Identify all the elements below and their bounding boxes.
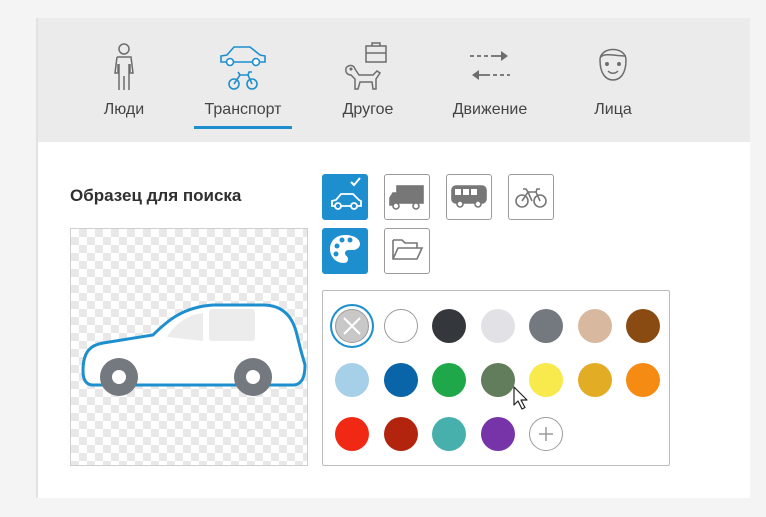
color-swatch-orange[interactable]	[626, 363, 660, 397]
tab-transport[interactable]: Транспорт	[186, 18, 300, 142]
mouse-cursor-icon	[513, 386, 529, 415]
type-car-button[interactable]	[322, 174, 368, 220]
tab-label: Люди	[103, 101, 145, 118]
search-sample-title: Образец для поиска	[70, 186, 242, 205]
color-swatch-no-color[interactable]	[335, 309, 369, 343]
type-truck-button[interactable]	[384, 174, 430, 220]
color-swatch-olive[interactable]	[480, 363, 515, 397]
motion-arrows-icon	[468, 42, 512, 97]
tab-faces[interactable]: Лица	[578, 18, 648, 142]
color-swatch-blue[interactable]	[383, 363, 418, 397]
color-swatch-beige[interactable]	[577, 309, 612, 343]
color-swatch-light-blue[interactable]	[335, 363, 369, 397]
color-swatch-light-gray[interactable]	[480, 309, 515, 343]
tab-other[interactable]: Другое	[326, 18, 410, 142]
color-swatch-teal[interactable]	[432, 417, 466, 451]
color-palette	[322, 290, 670, 466]
car-sample-image	[81, 303, 307, 396]
color-swatch-yellow[interactable]	[529, 363, 563, 397]
color-swatch-red[interactable]	[335, 417, 369, 451]
palette-icon	[327, 231, 363, 272]
bus-icon	[449, 175, 489, 220]
color-swatch-add-color[interactable]	[529, 417, 563, 451]
color-swatch-gold[interactable]	[577, 363, 612, 397]
tab-label: Лица	[594, 101, 632, 118]
category-tab-bar: Люди Транспорт Другое Движение Лица	[38, 18, 750, 142]
color-palette-button[interactable]	[322, 228, 368, 274]
color-swatch-green[interactable]	[432, 363, 466, 397]
color-swatch-gray[interactable]	[529, 309, 563, 343]
tab-label: Движение	[452, 101, 528, 118]
folder-icon	[389, 231, 425, 272]
plus-icon	[539, 427, 553, 441]
search-sample-canvas[interactable]	[70, 228, 308, 466]
tab-motion[interactable]: Движение	[438, 18, 542, 142]
tab-label: Транспорт	[204, 101, 282, 118]
other-icon	[340, 42, 396, 97]
truck-icon	[387, 175, 427, 220]
type-bus-button[interactable]	[446, 174, 492, 220]
transport-icon	[217, 42, 269, 97]
person-icon	[109, 42, 139, 97]
tab-label: Другое	[342, 101, 394, 118]
color-swatch-black[interactable]	[432, 309, 466, 343]
car-icon	[325, 175, 365, 220]
active-tab-indicator	[194, 126, 292, 129]
color-swatch-purple[interactable]	[480, 417, 515, 451]
no-color-icon	[343, 317, 361, 335]
color-swatch-white[interactable]	[383, 309, 418, 343]
color-swatch-brown[interactable]	[626, 309, 660, 343]
search-panel: Люди Транспорт Другое Движение Лица Обра…	[36, 18, 750, 498]
color-swatch-dark-red[interactable]	[383, 417, 418, 451]
bicycle-icon	[511, 175, 551, 220]
face-icon	[595, 42, 631, 97]
open-file-button[interactable]	[384, 228, 430, 274]
tab-people[interactable]: Люди	[92, 18, 156, 142]
type-bicycle-button[interactable]	[508, 174, 554, 220]
